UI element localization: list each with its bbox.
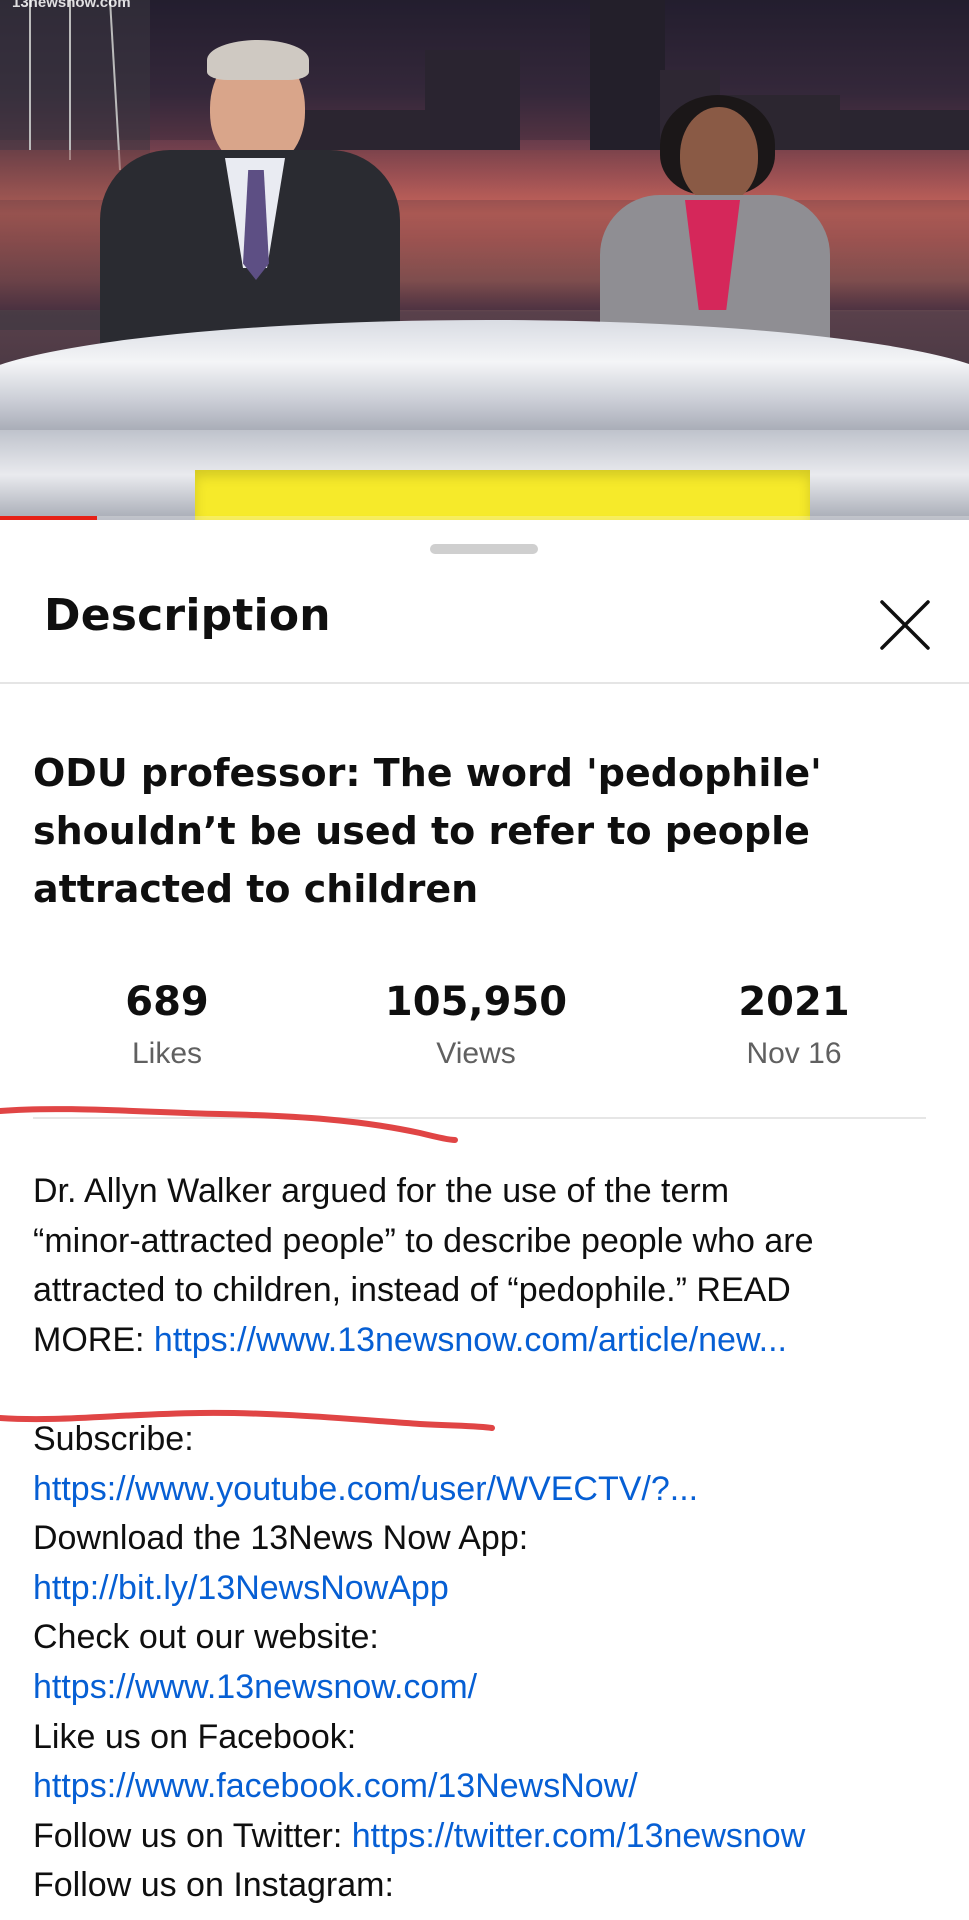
subscribe-link[interactable]: https://www.youtube.com/user/WVECTV/?...	[33, 1465, 948, 1515]
anchor-desk	[0, 320, 969, 440]
read-more-prefix: MORE:	[33, 1320, 154, 1359]
description-line: MORE: https://www.13newsnow.com/article/…	[33, 1316, 948, 1366]
website-label: Check out our website:	[33, 1618, 379, 1657]
description-line: attracted to children, instead of “pedop…	[33, 1271, 791, 1310]
video-player[interactable]: 13newsnow.com	[0, 0, 969, 520]
description-text: Dr. Allyn Walker argued for the use of t…	[33, 1167, 948, 1365]
views-stat: 105,950 Views	[385, 972, 567, 1076]
facebook-label: Like us on Facebook:	[33, 1717, 357, 1756]
publish-year: 2021	[738, 979, 850, 1025]
video-progress-bar[interactable]	[0, 516, 969, 520]
close-button[interactable]	[872, 592, 938, 658]
video-progress-fill	[0, 516, 97, 520]
facebook-link[interactable]: https://www.facebook.com/13NewsNow/	[33, 1762, 948, 1812]
article-link[interactable]: https://www.13newsnow.com/article/new...	[154, 1321, 787, 1359]
channel-watermark: 13newsnow.com	[12, 0, 131, 11]
male-anchor	[85, 40, 400, 360]
app-label: Download the 13News Now App:	[33, 1519, 529, 1558]
twitter-link[interactable]: https://twitter.com/13newsnow	[352, 1817, 806, 1855]
video-title: ODU professor: The word 'pedophile' shou…	[33, 751, 822, 911]
views-count: 105,950	[384, 979, 568, 1025]
instagram-label: Follow us on Instagram:	[33, 1866, 394, 1905]
desk-yellow-panel	[195, 470, 810, 520]
website-link[interactable]: https://www.13newsnow.com/	[33, 1663, 948, 1713]
description-panel: Description ODU professor: The word 'ped…	[0, 522, 969, 1920]
description-line: Dr. Allyn Walker argued for the use of t…	[33, 1172, 730, 1210]
twitter-label: Follow us on Twitter:	[33, 1816, 352, 1855]
female-anchor	[600, 95, 860, 355]
likes-label: Likes	[131, 1037, 203, 1070]
stats-divider	[33, 1117, 926, 1119]
likes-stat: 689 Likes	[125, 972, 209, 1076]
header-divider	[0, 682, 969, 684]
date-stat: 2021 Nov 16	[738, 972, 849, 1076]
likes-count: 689	[125, 979, 209, 1025]
close-icon	[880, 600, 930, 650]
panel-title: Description	[44, 590, 331, 641]
subscribe-label: Subscribe:	[33, 1420, 194, 1458]
links-section: Subscribe: https://www.youtube.com/user/…	[33, 1415, 948, 1911]
description-line: “minor-attracted people” to describe peo…	[33, 1221, 814, 1260]
drag-handle[interactable]	[430, 544, 538, 554]
views-label: Views	[436, 1037, 516, 1070]
publish-date: Nov 16	[746, 1037, 842, 1070]
app-link[interactable]: http://bit.ly/13NewsNowApp	[33, 1564, 948, 1614]
twitter-line: Follow us on Twitter: https://twitter.co…	[33, 1812, 948, 1862]
